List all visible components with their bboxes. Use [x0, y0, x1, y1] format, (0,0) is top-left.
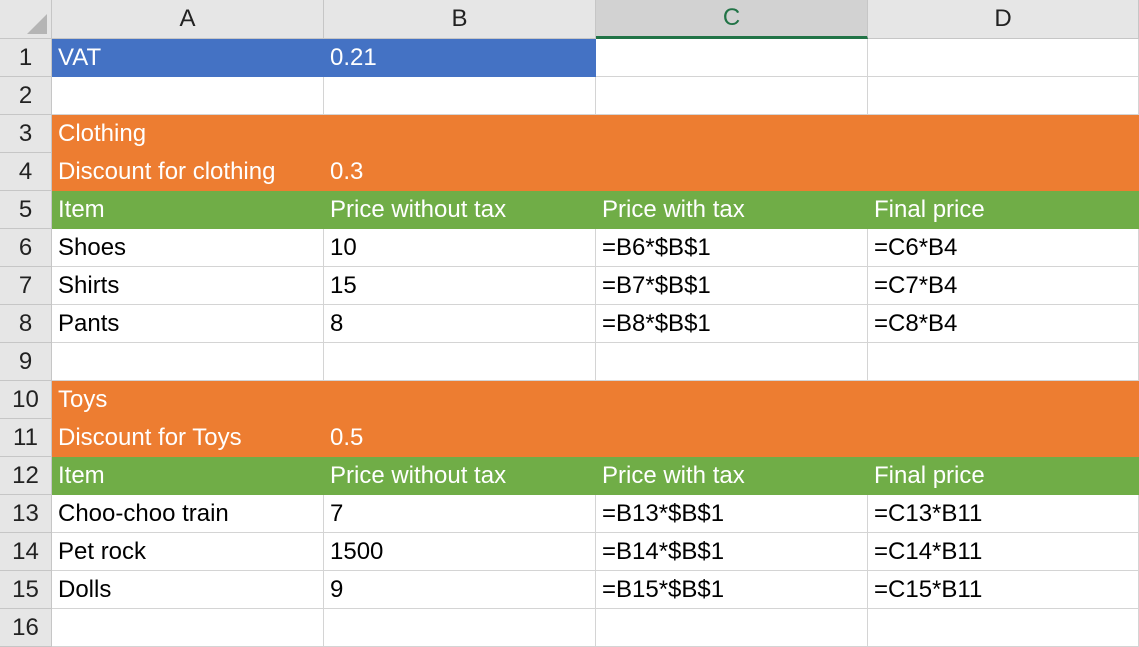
column-header-b[interactable]: B	[324, 0, 596, 39]
cell-a15[interactable]: Dolls	[52, 571, 324, 609]
cell-d8[interactable]: =C8*B4	[868, 305, 1139, 343]
cell-d3[interactable]	[868, 115, 1139, 153]
cell-a12[interactable]: Item	[52, 457, 324, 495]
cell-b15[interactable]: 9	[324, 571, 596, 609]
column-header-a[interactable]: A	[52, 0, 324, 39]
cell-a6[interactable]: Shoes	[52, 229, 324, 267]
row-header-1[interactable]: 1	[0, 39, 52, 77]
column-header-c[interactable]: C	[596, 0, 868, 39]
cell-d14[interactable]: =C14*B11	[868, 533, 1139, 571]
cell-b13[interactable]: 7	[324, 495, 596, 533]
cell-c5[interactable]: Price with tax	[596, 191, 868, 229]
row-header-7[interactable]: 7	[0, 267, 52, 305]
cell-d13[interactable]: =C13*B11	[868, 495, 1139, 533]
cell-d9[interactable]	[868, 343, 1139, 381]
cell-a4[interactable]: Discount for clothing	[52, 153, 324, 191]
cell-c10[interactable]	[596, 381, 868, 419]
cell-b16[interactable]	[324, 609, 596, 647]
row-header-9[interactable]: 9	[0, 343, 52, 381]
cell-b10[interactable]	[324, 381, 596, 419]
row-header-11[interactable]: 11	[0, 419, 52, 457]
cell-b1[interactable]: 0.21	[324, 39, 596, 77]
cell-d4[interactable]	[868, 153, 1139, 191]
cell-b14[interactable]: 1500	[324, 533, 596, 571]
row-header-2[interactable]: 2	[0, 77, 52, 115]
row-header-3[interactable]: 3	[0, 115, 52, 153]
cell-a3[interactable]: Clothing	[52, 115, 324, 153]
row-header-6[interactable]: 6	[0, 229, 52, 267]
cell-b5[interactable]: Price without tax	[324, 191, 596, 229]
cell-b11[interactable]: 0.5	[324, 419, 596, 457]
cell-c11[interactable]	[596, 419, 868, 457]
cell-b7[interactable]: 15	[324, 267, 596, 305]
cell-c2[interactable]	[596, 77, 868, 115]
row-header-15[interactable]: 15	[0, 571, 52, 609]
spreadsheet-grid: A B C D 1 VAT 0.21 2 3 Clothing 4 Discount for clot…	[0, 0, 1139, 647]
cell-c16[interactable]	[596, 609, 868, 647]
cell-b8[interactable]: 8	[324, 305, 596, 343]
cell-c8[interactable]: =B8*$B$1	[596, 305, 868, 343]
cell-b9[interactable]	[324, 343, 596, 381]
cell-c3[interactable]	[596, 115, 868, 153]
cell-b3[interactable]	[324, 115, 596, 153]
column-header-d[interactable]: D	[868, 0, 1139, 39]
cell-b12[interactable]: Price without tax	[324, 457, 596, 495]
cell-d5[interactable]: Final price	[868, 191, 1139, 229]
cell-d1[interactable]	[868, 39, 1139, 77]
cell-a5[interactable]: Item	[52, 191, 324, 229]
cell-d10[interactable]	[868, 381, 1139, 419]
row-header-13[interactable]: 13	[0, 495, 52, 533]
cell-c13[interactable]: =B13*$B$1	[596, 495, 868, 533]
cell-b2[interactable]	[324, 77, 596, 115]
cell-a2[interactable]	[52, 77, 324, 115]
cell-a10[interactable]: Toys	[52, 381, 324, 419]
cell-c4[interactable]	[596, 153, 868, 191]
cell-b4[interactable]: 0.3	[324, 153, 596, 191]
row-header-5[interactable]: 5	[0, 191, 52, 229]
cell-d15[interactable]: =C15*B11	[868, 571, 1139, 609]
select-all-triangle-icon	[27, 14, 47, 34]
cell-d2[interactable]	[868, 77, 1139, 115]
cell-a13[interactable]: Choo-choo train	[52, 495, 324, 533]
cell-d16[interactable]	[868, 609, 1139, 647]
row-header-10[interactable]: 10	[0, 381, 52, 419]
cell-a16[interactable]	[52, 609, 324, 647]
row-header-12[interactable]: 12	[0, 457, 52, 495]
cell-a7[interactable]: Shirts	[52, 267, 324, 305]
cell-c15[interactable]: =B15*$B$1	[596, 571, 868, 609]
row-header-14[interactable]: 14	[0, 533, 52, 571]
cell-c9[interactable]	[596, 343, 868, 381]
cell-d11[interactable]	[868, 419, 1139, 457]
cell-a1[interactable]: VAT	[52, 39, 324, 77]
cell-c1[interactable]	[596, 39, 868, 77]
cell-a8[interactable]: Pants	[52, 305, 324, 343]
cell-a14[interactable]: Pet rock	[52, 533, 324, 571]
cell-d6[interactable]: =C6*B4	[868, 229, 1139, 267]
row-header-8[interactable]: 8	[0, 305, 52, 343]
cell-c14[interactable]: =B14*$B$1	[596, 533, 868, 571]
cell-b6[interactable]: 10	[324, 229, 596, 267]
cell-c7[interactable]: =B7*$B$1	[596, 267, 868, 305]
cell-c6[interactable]: =B6*$B$1	[596, 229, 868, 267]
row-header-16[interactable]: 16	[0, 609, 52, 647]
cell-c12[interactable]: Price with tax	[596, 457, 868, 495]
cell-a11[interactable]: Discount for Toys	[52, 419, 324, 457]
select-all-button[interactable]	[0, 0, 52, 39]
cell-a9[interactable]	[52, 343, 324, 381]
cell-d12[interactable]: Final price	[868, 457, 1139, 495]
cell-d7[interactable]: =C7*B4	[868, 267, 1139, 305]
row-header-4[interactable]: 4	[0, 153, 52, 191]
